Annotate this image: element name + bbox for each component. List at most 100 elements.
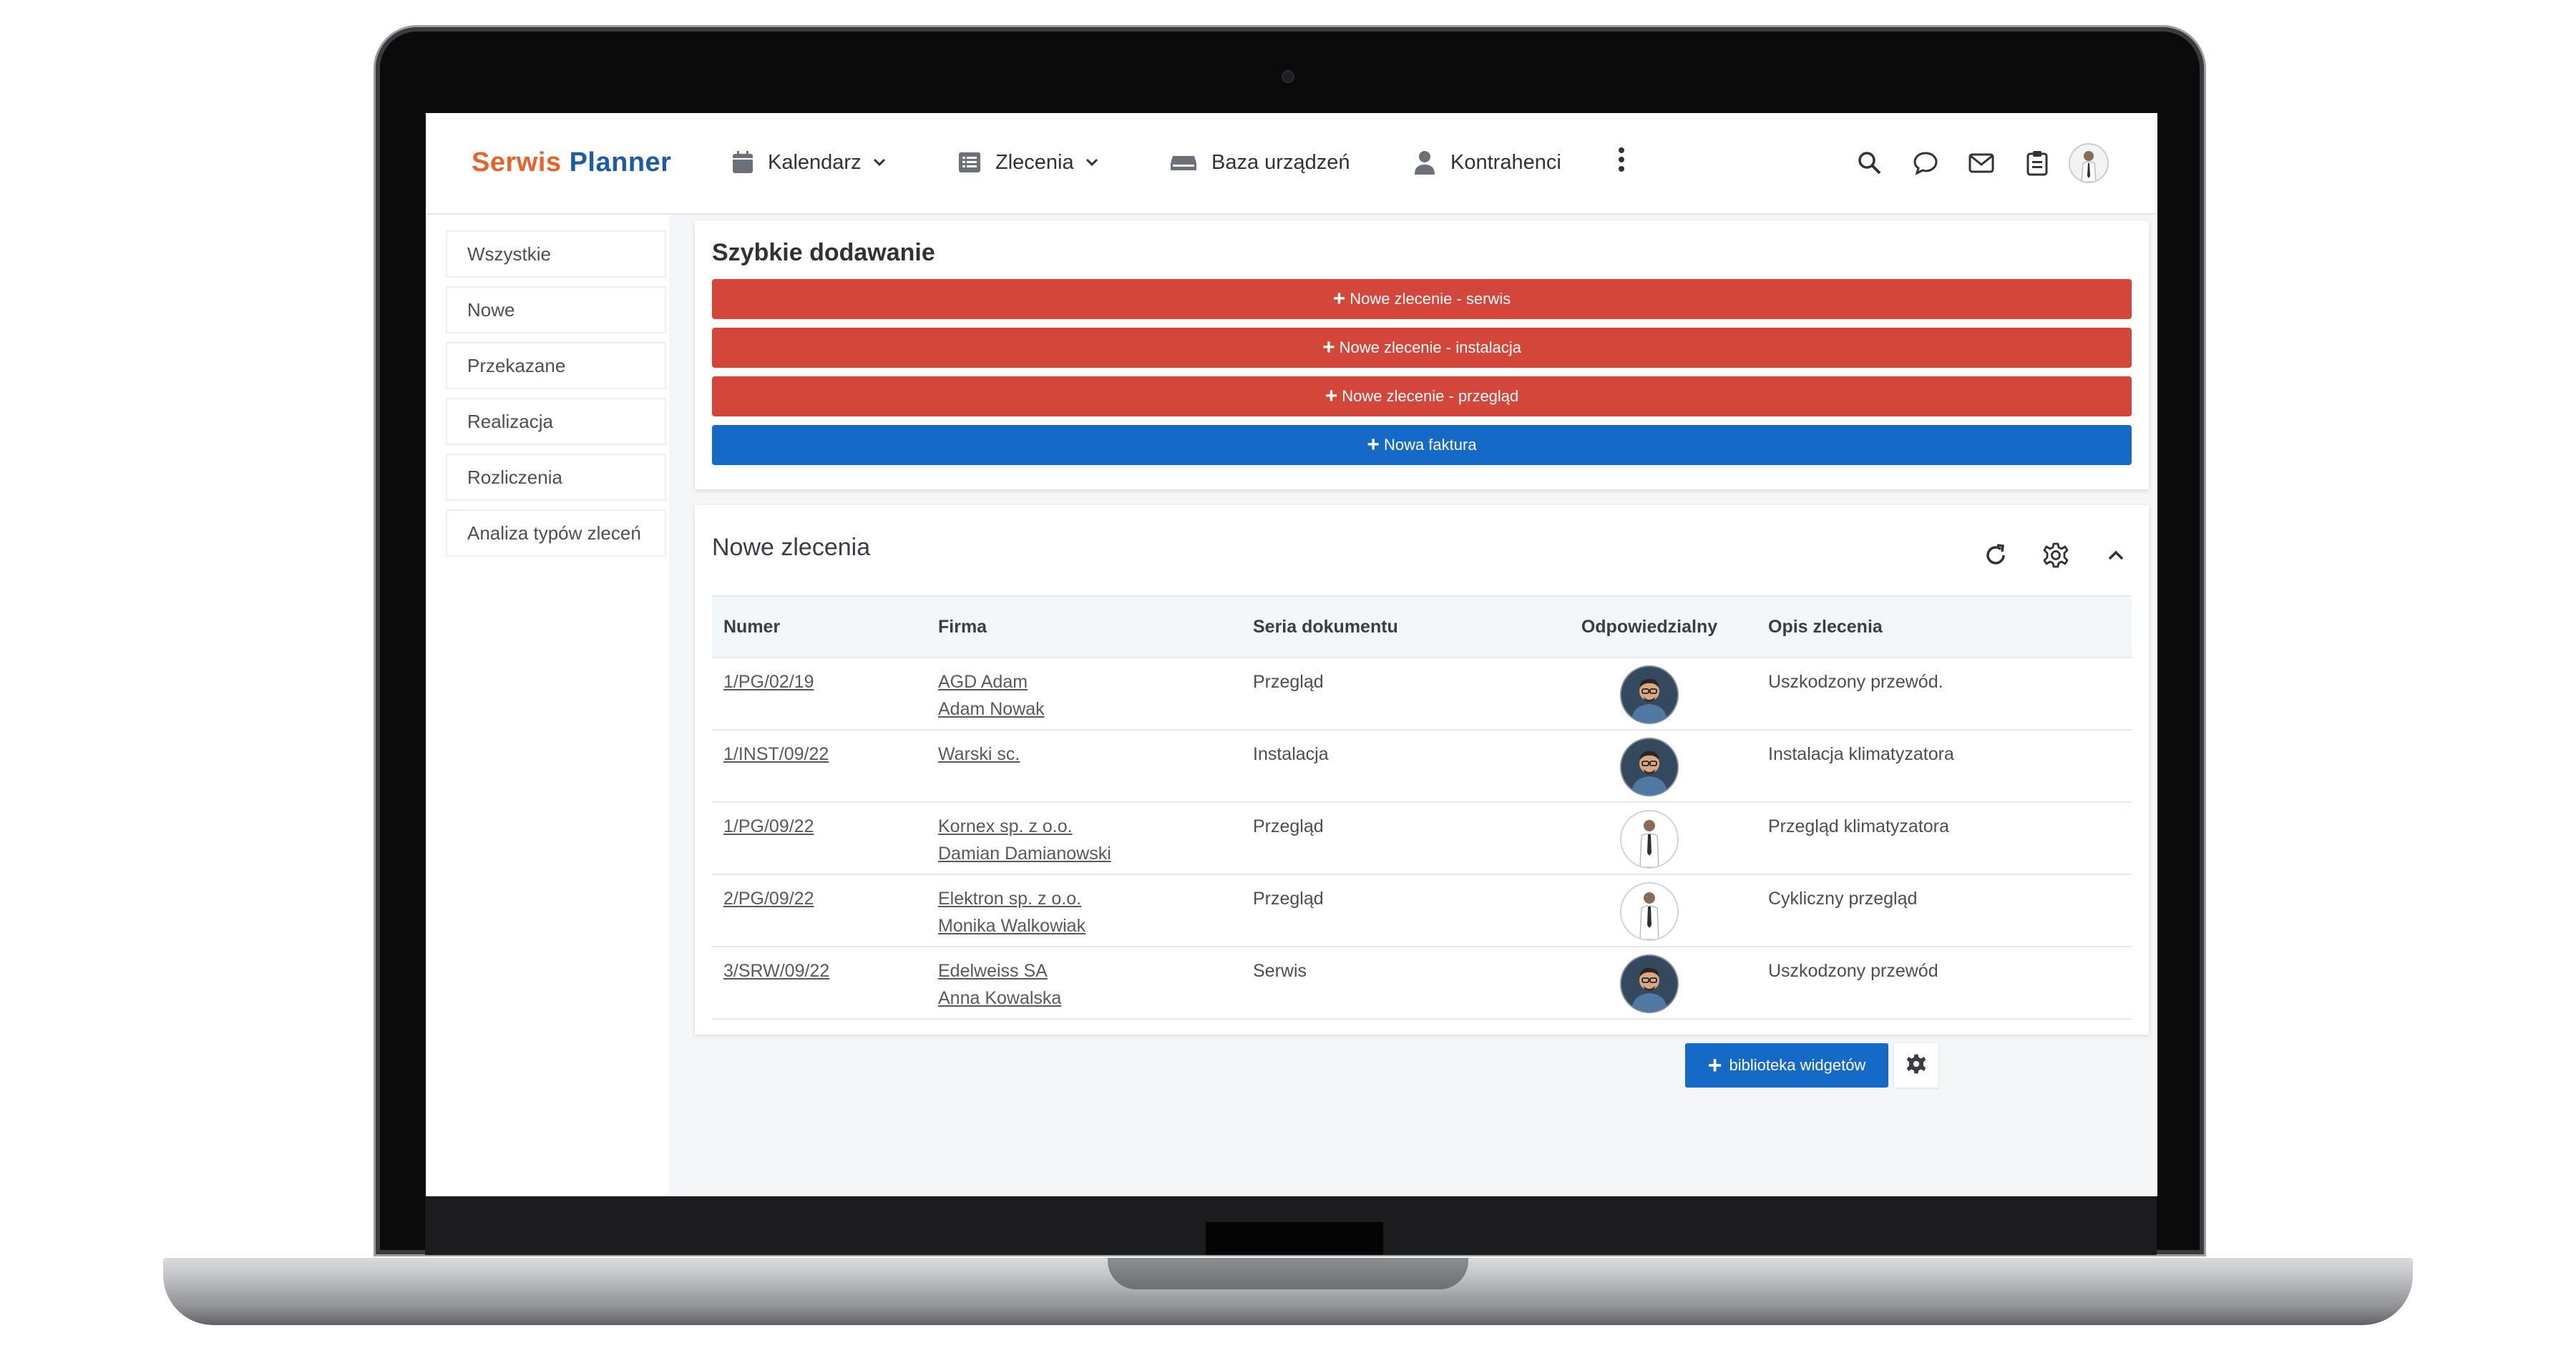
- button-label: Nowe zlecenie - serwis: [1350, 290, 1511, 308]
- responsible-avatar[interactable]: [1620, 882, 1679, 941]
- widget-library-label: biblioteka widgetów: [1729, 1056, 1866, 1074]
- side-item-label: Analiza typów zleceń: [467, 522, 641, 544]
- contact-link[interactable]: Anna Kowalska: [938, 985, 1241, 1012]
- plus-icon: +: [1367, 433, 1380, 456]
- list-icon: [958, 152, 981, 173]
- order-description: Przegląd klimatyzatora: [1768, 816, 1949, 836]
- document-series: Przegląd: [1253, 816, 1324, 836]
- column-header[interactable]: Opis zlecenia: [1757, 595, 2132, 658]
- side-item-transferred[interactable]: Przekazane: [446, 342, 666, 389]
- column-header[interactable]: Odpowiedzialny: [1542, 595, 1757, 658]
- document-series: Serwis: [1253, 961, 1307, 981]
- contact-link[interactable]: Adam Nowak: [938, 695, 1241, 723]
- table-row: 1/PG/09/22 Kornex sp. z o.o. Damian Damia…: [712, 802, 2132, 875]
- new-inspection-order-button[interactable]: + Nowe zlecenie - przegląd: [712, 376, 2132, 416]
- column-header[interactable]: Seria dokumentu: [1241, 595, 1542, 658]
- order-description: Instalacja klimatyzatora: [1768, 744, 1954, 764]
- side-item-order-type-analysis[interactable]: Analiza typów zleceń: [446, 509, 666, 557]
- nav-contractors-label: Kontrahenci: [1450, 150, 1561, 174]
- company-link[interactable]: Warski sc.: [938, 741, 1241, 768]
- search-icon[interactable]: [1855, 149, 1884, 177]
- orders-table: Numer Firma Seria dokumentu Odpowiedzial…: [712, 595, 2132, 1020]
- responsible-avatar[interactable]: [1620, 738, 1679, 796]
- nav-contractors[interactable]: Kontrahenci: [1413, 147, 1561, 177]
- new-service-order-button[interactable]: + Nowe zlecenie - serwis: [712, 279, 2132, 319]
- quick-add-title: Szybkie dodawanie: [712, 239, 935, 266]
- table-row: 1/INST/09/22 Warski sc. Instalacja Insta…: [712, 730, 2132, 803]
- top-navigation-bar: Serwis Planner Kalendarz Zlecenia Baza u…: [426, 113, 2157, 215]
- column-header[interactable]: Numer: [712, 595, 927, 658]
- new-orders-title: Nowe zlecenia: [712, 534, 871, 561]
- chevron-down-icon: [873, 158, 886, 167]
- gear-icon: [1906, 1053, 1927, 1078]
- nav-devices-label: Baza urządzeń: [1211, 150, 1350, 174]
- responsible-avatar[interactable]: [1620, 954, 1679, 1013]
- widget-library-button[interactable]: + biblioteka widgetów: [1685, 1043, 1888, 1088]
- nav-orders[interactable]: Zlecenia: [958, 147, 1098, 177]
- company-link[interactable]: AGD Adam: [938, 668, 1241, 695]
- nav-calendar-label: Kalendarz: [768, 150, 862, 174]
- more-menu-button[interactable]: [1618, 147, 1625, 177]
- side-item-new[interactable]: Nowe: [446, 286, 666, 333]
- device-icon: [1170, 153, 1197, 172]
- kebab-menu-icon: [1618, 147, 1625, 177]
- app-logo[interactable]: Serwis Planner: [472, 147, 671, 178]
- side-item-label: Rozliczenia: [467, 466, 562, 488]
- button-label: Nowa faktura: [1383, 436, 1477, 454]
- company-link[interactable]: Elektron sp. z o.o.: [938, 885, 1241, 912]
- plus-icon: +: [1322, 336, 1335, 359]
- column-header[interactable]: Firma: [927, 595, 1241, 658]
- person-icon: [1413, 150, 1436, 175]
- plus-icon: +: [1324, 384, 1338, 408]
- nav-devices[interactable]: Baza urządzeń: [1170, 147, 1350, 177]
- contact-link[interactable]: Damian Damianowski: [938, 840, 1241, 867]
- order-number-link[interactable]: 3/SRW/09/22: [723, 957, 927, 985]
- plus-icon: +: [1707, 1052, 1722, 1079]
- order-number-link[interactable]: 2/PG/09/22: [723, 885, 927, 912]
- order-description: Uszkodzony przewód: [1768, 961, 1938, 981]
- company-link[interactable]: Edelweiss SA: [938, 957, 1241, 985]
- new-invoice-button[interactable]: + Nowa faktura: [712, 425, 2132, 465]
- chevron-down-icon: [1085, 158, 1098, 167]
- nav-calendar[interactable]: Kalendarz: [732, 147, 886, 177]
- order-number-link[interactable]: 1/INST/09/22: [723, 741, 927, 768]
- camera: [1282, 70, 1294, 83]
- refresh-icon[interactable]: [1980, 539, 2011, 571]
- clipboard-icon[interactable]: [2023, 149, 2051, 177]
- order-number-link[interactable]: 1/PG/02/19: [723, 668, 927, 695]
- contact-link[interactable]: Monika Walkowiak: [938, 912, 1241, 939]
- side-item-label: Nowe: [467, 298, 515, 321]
- side-item-label: Przekazane: [467, 354, 566, 376]
- responsible-avatar[interactable]: [1620, 665, 1679, 724]
- document-series: Przegląd: [1253, 672, 1324, 692]
- calendar-icon: [732, 151, 753, 174]
- widget-settings-button[interactable]: [1894, 1043, 1938, 1088]
- button-label: Nowe zlecenie - przegląd: [1342, 387, 1519, 405]
- plus-icon: +: [1332, 287, 1346, 311]
- chevron-up-icon[interactable]: [2100, 539, 2132, 571]
- button-label: Nowe zlecenie - instalacja: [1339, 338, 1521, 356]
- gear-icon[interactable]: [2040, 539, 2072, 571]
- side-item-settlements[interactable]: Rozliczenia: [446, 454, 666, 501]
- laptop-base-groove: [1108, 1258, 1468, 1289]
- new-installation-order-button[interactable]: + Nowe zlecenie - instalacja: [712, 328, 2132, 368]
- side-item-label: Wszystkie: [467, 243, 551, 265]
- table-row: 2/PG/09/22 Elektron sp. z o.o. Monika Wal…: [712, 874, 2132, 947]
- chat-icon[interactable]: [1911, 149, 1940, 177]
- new-orders-card: Nowe zlecenia Numer Firma Seria dokument…: [695, 505, 2149, 1035]
- user-avatar[interactable]: [2069, 143, 2109, 183]
- document-series: Instalacja: [1253, 744, 1329, 764]
- side-item-label: Realizacja: [467, 410, 553, 432]
- document-series: Przegląd: [1253, 889, 1324, 909]
- company-link[interactable]: Kornex sp. z o.o.: [938, 813, 1241, 840]
- table-row: 3/SRW/09/22 Edelweiss SA Anna Kowalska Se…: [712, 947, 2132, 1020]
- app-screen: Serwis Planner Kalendarz Zlecenia Baza u…: [426, 113, 2157, 1196]
- table-header-row: Numer Firma Seria dokumentu Odpowiedzial…: [712, 595, 2132, 658]
- mail-icon[interactable]: [1967, 149, 1996, 177]
- side-item-in-progress[interactable]: Realizacja: [446, 398, 666, 445]
- logo-part-1: Serwis: [472, 147, 562, 177]
- order-description: Cykliczny przegląd: [1768, 889, 1918, 909]
- side-item-all[interactable]: Wszystkie: [446, 230, 666, 278]
- responsible-avatar[interactable]: [1620, 810, 1679, 869]
- order-number-link[interactable]: 1/PG/09/22: [723, 813, 927, 840]
